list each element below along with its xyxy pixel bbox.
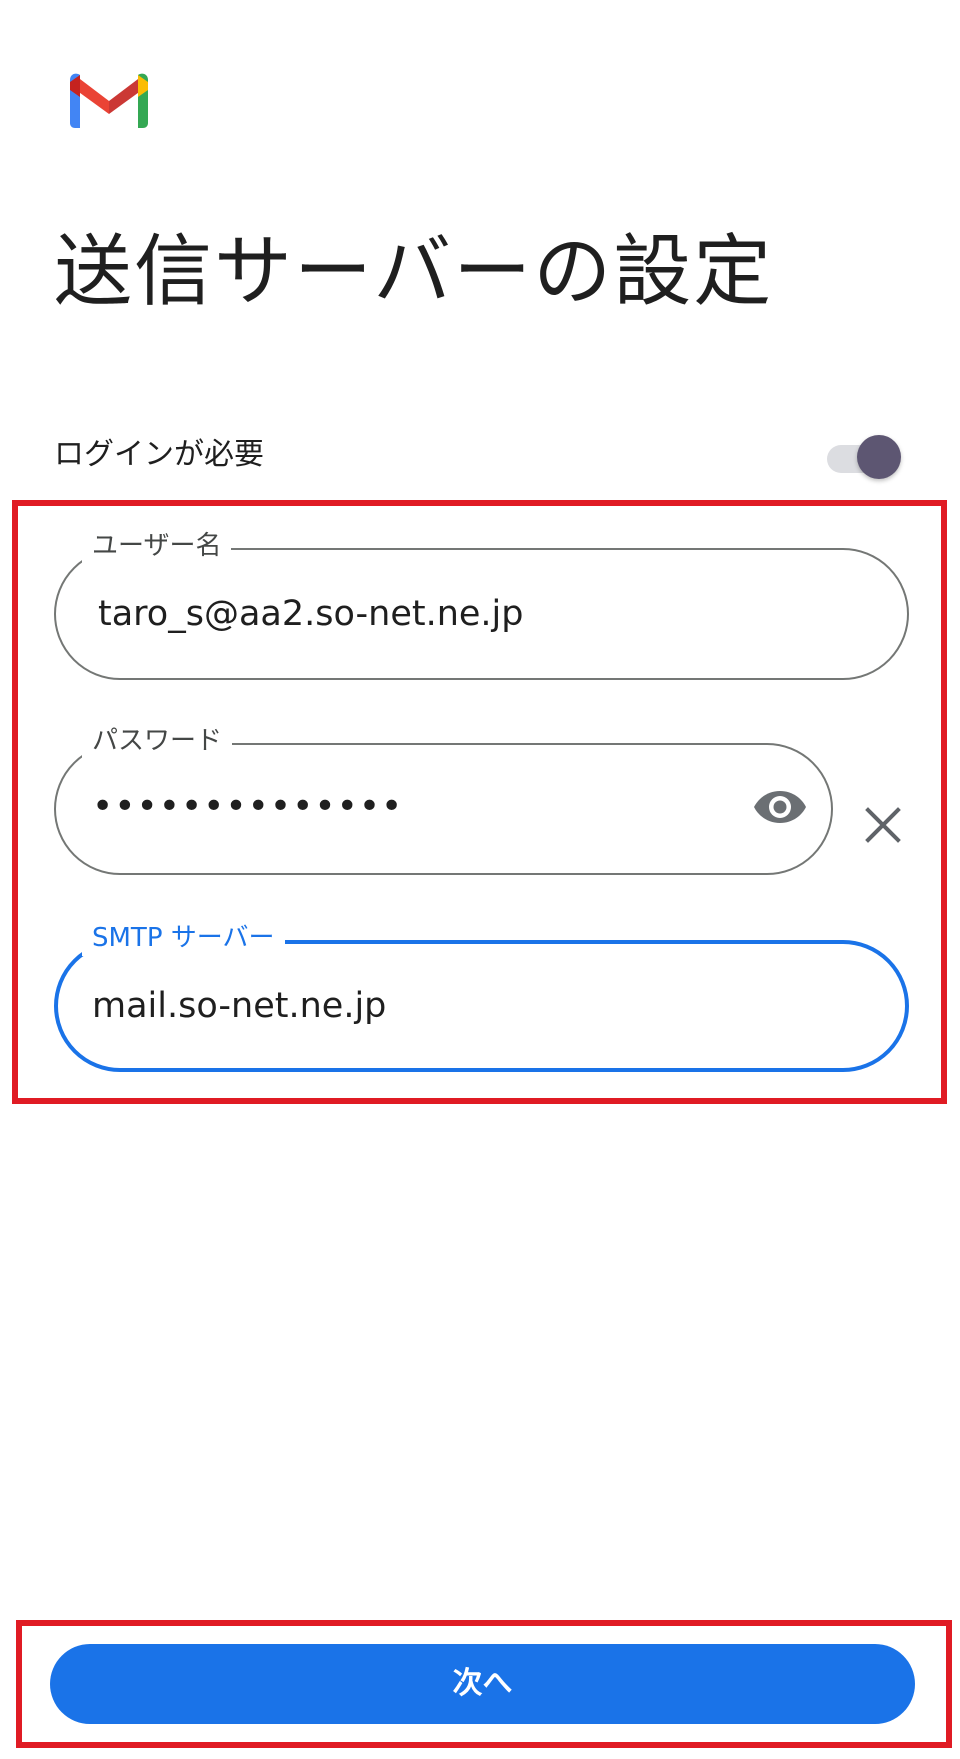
page-title: 送信サーバーの設定 — [54, 227, 774, 317]
username-field[interactable]: ユーザー名 taro_s@aa2.so-net.ne.jp — [54, 528, 909, 680]
login-required-label: ログインが必要 — [54, 437, 264, 472]
next-button[interactable]: 次へ — [50, 1644, 915, 1724]
close-icon[interactable] — [862, 804, 904, 846]
smtp-server-value[interactable]: mail.so-net.ne.jp — [92, 984, 386, 1028]
username-label: ユーザー名 — [82, 528, 232, 564]
gmail-logo-icon — [70, 73, 148, 128]
login-required-row: ログインが必要 — [54, 430, 904, 480]
smtp-server-label: SMTP サーバー — [82, 920, 285, 956]
password-label: パスワード — [82, 723, 233, 759]
password-value[interactable]: •••••••••••••• — [92, 785, 403, 829]
password-field[interactable]: パスワード •••••••••••••• — [54, 723, 833, 875]
eye-icon[interactable] — [753, 787, 807, 827]
smtp-server-field[interactable]: SMTP サーバー mail.so-net.ne.jp — [54, 920, 909, 1072]
toggle-thumb — [857, 435, 901, 479]
login-required-toggle[interactable] — [827, 435, 907, 479]
username-value[interactable]: taro_s@aa2.so-net.ne.jp — [98, 592, 524, 636]
